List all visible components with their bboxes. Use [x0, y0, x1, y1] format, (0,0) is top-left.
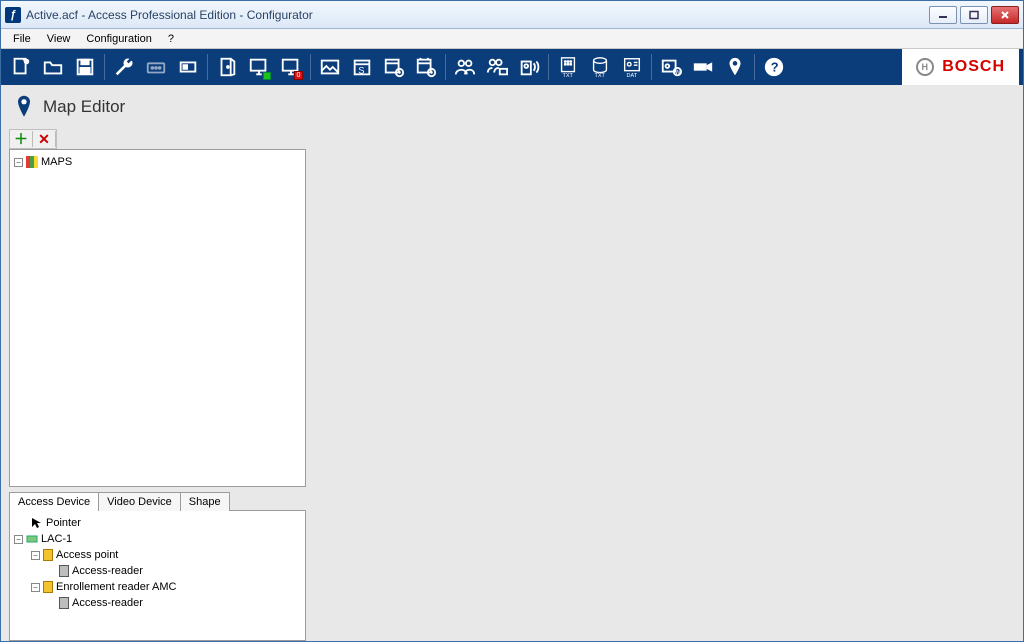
reader-icon — [59, 565, 69, 577]
ar2-label: Access-reader — [72, 597, 143, 609]
new-icon[interactable] — [5, 52, 37, 82]
maps-root-node[interactable]: − MAPS — [14, 154, 301, 170]
users-icon[interactable] — [449, 52, 481, 82]
menu-view[interactable]: View — [39, 31, 79, 47]
window-title: Active.acf - Access Professional Edition… — [26, 8, 929, 22]
ap-label: Access point — [56, 549, 118, 561]
collapse-icon[interactable]: − — [14, 535, 23, 544]
menu-bar: File View Configuration ? — [1, 29, 1023, 49]
menu-file[interactable]: File — [5, 31, 39, 47]
id-dat-icon[interactable]: DAT — [616, 52, 648, 82]
schedule-s-icon[interactable]: S — [346, 52, 378, 82]
maps-tree[interactable]: − MAPS — [9, 149, 306, 487]
door-icon — [43, 581, 53, 593]
svg-text:?: ? — [771, 60, 779, 75]
menu-help[interactable]: ? — [160, 31, 182, 47]
db-txt-icon[interactable]: TXT — [584, 52, 616, 82]
monitor-add-icon[interactable] — [243, 52, 275, 82]
map-pin-section-icon — [15, 95, 33, 119]
map-pin-icon[interactable] — [719, 52, 751, 82]
main-toolbar: 0 S TXT TXT DAT W ? HBOSCH — [1, 49, 1023, 85]
monitor-alert-icon[interactable]: 0 — [275, 52, 307, 82]
svg-text:TXT: TXT — [595, 73, 606, 78]
content-area: Map Editor ＋ ✕ − MAPS Access Device Vide… — [1, 85, 1023, 641]
ar1-label: Access-reader — [72, 565, 143, 577]
help-icon[interactable]: ? — [758, 52, 790, 82]
collapse-icon[interactable]: − — [31, 551, 40, 560]
keypad-txt-icon[interactable]: TXT — [552, 52, 584, 82]
delete-map-button[interactable]: ✕ — [33, 130, 55, 148]
calendar-clock2-icon[interactable] — [410, 52, 442, 82]
svg-text:DAT: DAT — [627, 73, 638, 78]
badge-wave-icon[interactable] — [513, 52, 545, 82]
device-access-reader-1[interactable]: Access-reader — [14, 563, 301, 579]
device-lac[interactable]: − LAC-1 — [14, 531, 301, 547]
lac-label: LAC-1 — [41, 533, 72, 545]
save-icon[interactable] — [69, 52, 101, 82]
maps-toolbar: ＋ ✕ — [9, 129, 57, 149]
camera-icon[interactable] — [687, 52, 719, 82]
tab-shape[interactable]: Shape — [180, 492, 230, 511]
door-icon — [43, 549, 53, 561]
reader-icon — [59, 597, 69, 609]
er-label: Enrollement reader AMC — [56, 581, 176, 593]
minimize-button[interactable] — [929, 6, 957, 24]
calendar-clock-icon[interactable] — [378, 52, 410, 82]
section-header: Map Editor — [9, 91, 306, 129]
close-button[interactable] — [991, 6, 1019, 24]
pointer-label: Pointer — [46, 517, 81, 529]
titlebar: ƒ Active.acf - Access Professional Editi… — [1, 1, 1023, 29]
collapse-icon[interactable]: − — [14, 158, 23, 167]
device-tree[interactable]: Pointer − LAC-1 − Access point Access-re… — [9, 510, 306, 641]
add-map-button[interactable]: ＋ — [10, 130, 32, 148]
wrench-icon[interactable] — [108, 52, 140, 82]
maps-root-label: MAPS — [41, 156, 72, 168]
left-pane: Map Editor ＋ ✕ − MAPS Access Device Vide… — [1, 85, 306, 641]
svg-text:W: W — [675, 70, 681, 76]
map-canvas[interactable] — [306, 85, 1023, 641]
tab-video-device[interactable]: Video Device — [98, 492, 181, 511]
app-icon: ƒ — [5, 7, 21, 23]
brand-logo: HBOSCH — [902, 49, 1019, 85]
maximize-button[interactable] — [960, 6, 988, 24]
svg-text:TXT: TXT — [563, 73, 574, 78]
open-icon[interactable] — [37, 52, 69, 82]
alert-badge: 0 — [294, 71, 303, 80]
section-title: Map Editor — [43, 97, 125, 117]
badge-w-icon[interactable]: W — [655, 52, 687, 82]
tab-access-device[interactable]: Access Device — [9, 492, 99, 511]
reader-icon[interactable] — [172, 52, 204, 82]
device-access-point[interactable]: − Access point — [14, 547, 301, 563]
menu-configuration[interactable]: Configuration — [78, 31, 159, 47]
cursor-icon — [31, 517, 43, 529]
maps-icon — [26, 156, 38, 168]
device-pointer[interactable]: Pointer — [14, 515, 301, 531]
controller-icon — [26, 533, 38, 545]
users-card-icon[interactable] — [481, 52, 513, 82]
device-enrollment-reader[interactable]: − Enrollement reader AMC — [14, 579, 301, 595]
controller-icon[interactable] — [140, 52, 172, 82]
door-icon[interactable] — [211, 52, 243, 82]
svg-text:S: S — [358, 65, 364, 75]
device-tabs: Access Device Video Device Shape — [9, 491, 306, 510]
device-access-reader-2[interactable]: Access-reader — [14, 595, 301, 611]
collapse-icon[interactable]: − — [31, 583, 40, 592]
image-icon[interactable] — [314, 52, 346, 82]
